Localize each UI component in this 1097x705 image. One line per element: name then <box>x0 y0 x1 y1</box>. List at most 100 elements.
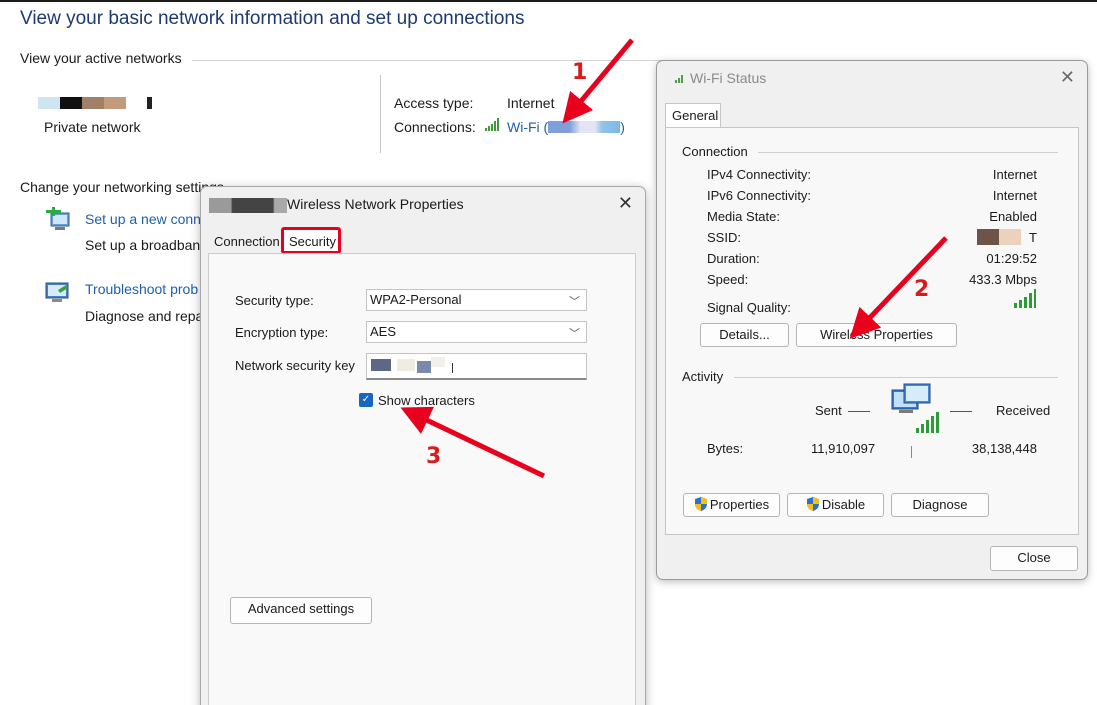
properties-label: Properties <box>709 497 770 512</box>
connections-label: Connections: <box>394 119 476 135</box>
troubleshoot-desc: Diagnose and repa <box>85 308 204 324</box>
redacted-key <box>431 357 445 367</box>
duration-value: 01:29:52 <box>986 251 1037 266</box>
close-button[interactable]: Close <box>990 546 1078 571</box>
section-divider <box>192 60 662 61</box>
ssid-label: SSID: <box>707 230 741 245</box>
disable-button[interactable]: Disable <box>787 493 884 517</box>
tab-security[interactable]: Security <box>281 227 341 254</box>
redacted-ssid <box>999 229 1021 245</box>
speed-value: 433.3 Mbps <box>969 272 1037 287</box>
diagnose-button[interactable]: Diagnose <box>891 493 989 517</box>
vertical-divider <box>380 75 381 153</box>
annotation-number-1: 1 <box>572 60 588 85</box>
encryption-type-value: AES <box>370 324 397 339</box>
redacted-network-name <box>60 97 82 109</box>
bytes-received-value: 38,138,448 <box>971 441 1037 456</box>
sent-line <box>848 411 870 412</box>
redacted-ssid <box>977 229 999 245</box>
network-category-label: Private network <box>44 119 141 135</box>
show-characters-label[interactable]: Show characters <box>378 393 475 408</box>
access-type-value: Internet <box>507 95 555 111</box>
network-setup-icon[interactable] <box>44 207 74 235</box>
shield-icon <box>694 497 707 511</box>
wireless-properties-button[interactable]: Wireless Properties <box>796 323 957 347</box>
wifi-signal-icon <box>485 118 499 131</box>
annotation-number-3: 3 <box>426 444 442 469</box>
activity-separator <box>911 446 912 458</box>
group-divider <box>758 152 1058 153</box>
wifi-status-dialog: Wi-Fi Status ✕ General Connection IPv4 C… <box>656 60 1088 580</box>
ipv6-label: IPv6 Connectivity: <box>707 188 812 203</box>
access-type-label: Access type: <box>394 95 474 111</box>
redacted-ssid <box>548 121 621 133</box>
sent-label: Sent <box>815 403 842 418</box>
security-panel: Security type: WPA2-Personal ﹀ Encryptio… <box>208 253 636 705</box>
wireless-properties-dialog: Wireless Network Properties ✕ Connection… <box>200 186 646 705</box>
wifi-signal-icon <box>675 75 683 83</box>
setup-connection-desc: Set up a broadban <box>85 237 201 253</box>
close-icon[interactable]: ✕ <box>1060 67 1075 88</box>
chevron-down-icon: ﹀ <box>569 328 580 340</box>
screenshot-root: View your basic network information and … <box>0 0 1097 705</box>
disable-label: Disable <box>821 497 866 512</box>
bytes-label: Bytes: <box>707 441 744 456</box>
wifi-status-title: Wi-Fi Status <box>690 70 767 86</box>
text-cursor <box>452 363 453 373</box>
signal-quality-icon <box>1014 289 1036 308</box>
properties-button[interactable]: Properties <box>683 493 780 517</box>
active-networks-heading: View your active networks <box>20 50 182 66</box>
close-icon[interactable]: ✕ <box>618 193 633 214</box>
ipv4-value: Internet <box>992 167 1037 182</box>
security-type-value: WPA2-Personal <box>370 292 462 307</box>
annotation-number-2: 2 <box>914 277 930 302</box>
change-settings-heading: Change your networking settings <box>20 179 224 195</box>
media-state-label: Media State: <box>707 209 780 224</box>
ssid-value: T <box>1029 230 1037 245</box>
checkbox-icon[interactable]: ✓ <box>359 393 373 407</box>
speed-label: Speed: <box>707 272 749 287</box>
encryption-type-label: Encryption type: <box>235 325 329 340</box>
network-key-input[interactable] <box>366 353 587 380</box>
connection-group-label: Connection <box>682 144 748 159</box>
redacted-network-name <box>209 198 287 213</box>
security-type-select[interactable]: WPA2-Personal ﹀ <box>366 289 587 311</box>
redacted-network-name <box>38 97 60 109</box>
redacted-key <box>417 361 431 373</box>
tab-general[interactable]: General <box>665 103 721 129</box>
signal-quality-label: Signal Quality: <box>707 300 791 315</box>
ipv4-label: IPv4 Connectivity: <box>707 167 812 182</box>
chevron-down-icon: ﹀ <box>569 296 580 308</box>
received-label: Received <box>996 403 1051 418</box>
computer-network-icon <box>891 383 939 433</box>
details-button[interactable]: Details... <box>700 323 789 347</box>
ipv6-value: Internet <box>992 188 1037 203</box>
setup-connection-link[interactable]: Set up a new conn <box>85 211 201 227</box>
page-title: View your basic network information and … <box>20 8 525 29</box>
advanced-settings-button[interactable]: Advanced settings <box>230 597 372 624</box>
encryption-type-select[interactable]: AES ﹀ <box>366 321 587 343</box>
window-top-edge <box>0 0 1097 2</box>
wifi-link-end: ) <box>620 119 625 135</box>
network-key-label: Network security key <box>235 358 355 373</box>
security-type-label: Security type: <box>235 293 314 308</box>
redacted-network-name <box>82 97 104 109</box>
redacted-key <box>371 359 391 371</box>
wireless-properties-title: Wireless Network Properties <box>287 196 464 212</box>
media-state-value: Enabled <box>989 209 1037 224</box>
general-panel: Connection IPv4 Connectivity: Internet I… <box>665 127 1079 535</box>
shield-icon <box>806 497 819 511</box>
wifi-status-titlebar[interactable]: Wi-Fi Status ✕ <box>657 61 1087 95</box>
redacted-network-name <box>147 97 152 109</box>
group-divider <box>734 377 1058 378</box>
troubleshoot-link[interactable]: Troubleshoot prob <box>85 281 198 297</box>
wifi-link-text: Wi-Fi ( <box>507 119 549 135</box>
redacted-network-name <box>104 97 126 109</box>
redacted-key <box>397 359 415 371</box>
troubleshoot-icon[interactable] <box>44 281 74 305</box>
bytes-sent-value: 11,910,097 <box>811 441 876 456</box>
activity-group-label: Activity <box>682 369 724 384</box>
received-line <box>950 411 972 412</box>
wifi-connection-link[interactable]: Wi-Fi () <box>507 119 625 135</box>
tab-connection[interactable]: Connection <box>214 234 280 249</box>
